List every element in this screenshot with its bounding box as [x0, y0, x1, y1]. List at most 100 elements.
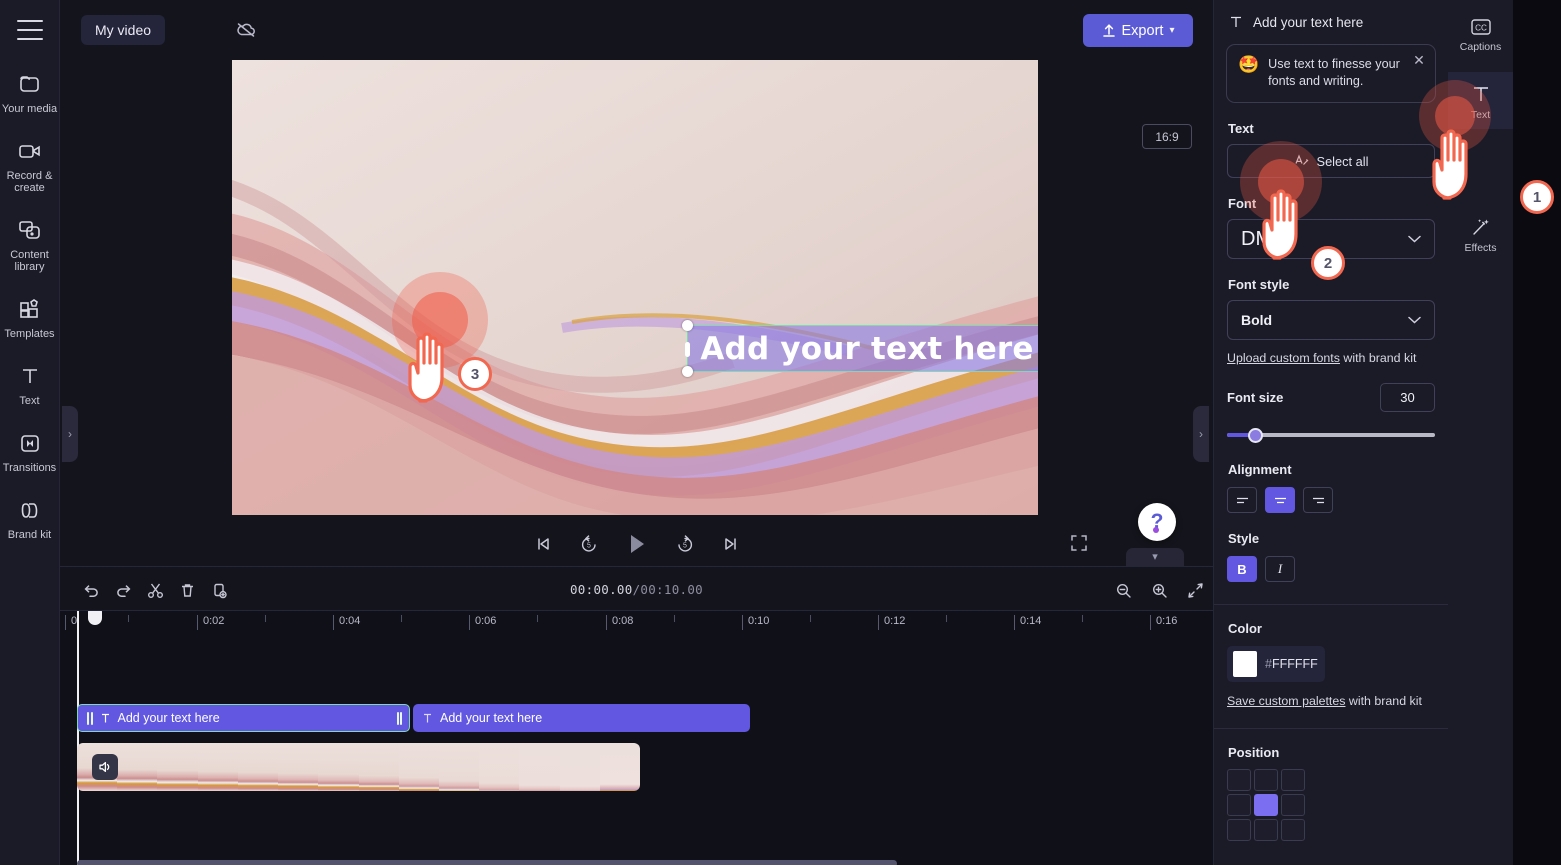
sidebar-item-transitions[interactable]: Transitions	[0, 421, 60, 478]
bold-button[interactable]: B	[1227, 556, 1257, 582]
video-thumbnail	[438, 743, 480, 791]
align-center-icon[interactable]	[1265, 487, 1295, 513]
timeline[interactable]: 0 0:02 0:04 0:06 0:08 0:10 0:12 0:14 0:1…	[60, 610, 1213, 865]
color-label: Color	[1228, 621, 1262, 636]
timeline-ruler[interactable]: 0 0:02 0:04 0:06 0:08 0:10 0:12 0:14 0:1…	[60, 611, 1213, 639]
color-swatch[interactable]	[1233, 651, 1257, 677]
text-t-icon	[424, 713, 431, 723]
help-notification-dot	[1153, 527, 1159, 533]
tutorial-hand-cursor-1	[1432, 129, 1468, 200]
export-button[interactable]: Export ▾	[1083, 14, 1193, 47]
font-style-dropdown[interactable]: Bold	[1227, 300, 1435, 340]
ruler-tick: 0:16	[1150, 615, 1177, 630]
hamburger-menu-icon[interactable]	[16, 20, 43, 40]
content-library-icon	[15, 216, 45, 244]
ruler-minor-tick	[810, 615, 811, 622]
timeline-clip-text-1[interactable]: Add your text here	[77, 704, 410, 732]
ruler-minor-tick	[1082, 615, 1083, 622]
sidebar-item-content-library[interactable]: Content library	[0, 208, 60, 277]
video-canvas[interactable]: Add your text here 3	[232, 60, 1038, 515]
upload-custom-fonts-link[interactable]: Upload custom fonts	[1227, 351, 1340, 365]
resize-handle-top-left[interactable]	[682, 320, 693, 331]
text-t-icon	[15, 362, 45, 390]
font-size-label: Font size	[1227, 390, 1284, 405]
position-cell-middle-left[interactable]	[1227, 794, 1251, 816]
position-cell-top-center[interactable]	[1254, 769, 1278, 791]
close-icon[interactable]: ✕	[1411, 53, 1427, 69]
tutorial-step-badge-1: 1	[1520, 180, 1554, 214]
rewind-5-icon[interactable]: 5	[576, 531, 602, 557]
sidebar-label: Record & create	[6, 170, 53, 194]
project-name-field[interactable]: My video	[81, 15, 166, 45]
canvas-text-box[interactable]: Add your text here	[682, 320, 1038, 377]
clip-trim-handle-right[interactable]	[396, 711, 402, 725]
sidebar-item-templates[interactable]: Templates	[0, 287, 60, 344]
skip-to-end-icon[interactable]	[718, 531, 744, 557]
slider-thumb[interactable]	[1247, 428, 1263, 443]
align-right-icon[interactable]	[1303, 487, 1333, 513]
cloud-offline-icon[interactable]	[228, 15, 264, 45]
ruler-minor-tick	[128, 615, 129, 622]
position-cell-top-right[interactable]	[1281, 769, 1305, 791]
save-palettes-suffix: with brand kit	[1345, 694, 1422, 708]
position-cell-bottom-right[interactable]	[1281, 819, 1305, 841]
canvas-text-value: Add your text here	[700, 330, 1034, 367]
timeline-horizontal-scrollbar[interactable]	[77, 860, 897, 865]
fit-to-screen-icon[interactable]	[1182, 577, 1208, 603]
tab-captions[interactable]: CC Captions	[1448, 6, 1513, 61]
save-custom-palettes-link[interactable]: Save custom palettes	[1227, 694, 1345, 708]
style-button-group: B I	[1227, 556, 1435, 582]
position-cell-bottom-left[interactable]	[1227, 819, 1251, 841]
zoom-in-icon[interactable]	[1146, 577, 1172, 603]
right-tab-rail: CC Captions Text Effects 1	[1419, 0, 1561, 865]
alignment-label: Alignment	[1228, 462, 1292, 477]
timeline-video-clip[interactable]	[77, 743, 640, 791]
video-thumbnail	[479, 743, 520, 791]
sidebar-item-brand-kit[interactable]: Brand kit	[0, 488, 60, 545]
resize-handle-left[interactable]	[685, 342, 690, 357]
timeline-clip-text-2[interactable]: Add your text here	[413, 704, 750, 732]
font-size-row: Font size 30	[1227, 383, 1435, 412]
tutorial-step-badge-2: 2	[1311, 246, 1345, 280]
playhead[interactable]	[77, 611, 102, 865]
volume-icon[interactable]	[92, 754, 118, 780]
collapse-right-panel-button[interactable]: ›	[1193, 406, 1209, 462]
play-button[interactable]	[622, 529, 652, 559]
font-size-input[interactable]: 30	[1380, 383, 1435, 412]
folder-icon	[15, 70, 45, 98]
aspect-ratio-badge[interactable]: 16:9	[1142, 124, 1192, 149]
help-button[interactable]: ?	[1138, 503, 1176, 541]
resize-handle-bottom-left[interactable]	[682, 366, 693, 377]
ruler-tick: 0:14	[1014, 615, 1041, 630]
position-cell-middle-center[interactable]	[1254, 794, 1278, 816]
clip-label: Add your text here	[440, 711, 543, 725]
sidebar-label: Transitions	[2, 462, 57, 474]
tab-effects[interactable]: Effects	[1448, 205, 1513, 262]
align-left-icon[interactable]	[1227, 487, 1257, 513]
sidebar-label: Brand kit	[7, 529, 52, 541]
color-picker[interactable]: #FFFFFF	[1227, 646, 1325, 682]
skip-to-start-icon[interactable]	[530, 531, 556, 557]
collapse-left-panel-button[interactable]: ›	[62, 406, 78, 462]
italic-button[interactable]: I	[1265, 556, 1295, 582]
video-thumbnail	[398, 743, 439, 791]
position-cell-top-left[interactable]	[1227, 769, 1251, 791]
forward-5-icon[interactable]: 5	[672, 531, 698, 557]
playhead-handle[interactable]	[88, 611, 102, 625]
sidebar-item-text[interactable]: Text	[0, 354, 60, 411]
hex-digits: FFFFFF	[1271, 657, 1318, 671]
video-thumbnail	[599, 743, 640, 791]
video-thumbnail	[117, 743, 158, 791]
sidebar-item-record-create[interactable]: Record & create	[0, 129, 60, 198]
clip-trim-handle-left[interactable]	[87, 711, 93, 725]
ruler-minor-tick	[537, 615, 538, 622]
ruler-minor-tick	[674, 615, 675, 622]
zoom-out-icon[interactable]	[1110, 577, 1136, 603]
position-cell-bottom-center[interactable]	[1254, 819, 1278, 841]
player-controls: 5 5	[60, 522, 1213, 565]
preview-stage: Add your text here 3 16:9 5 5	[60, 60, 1213, 565]
position-cell-middle-right[interactable]	[1281, 794, 1305, 816]
fullscreen-icon[interactable]	[1066, 530, 1092, 556]
sidebar-item-your-media[interactable]: Your media	[0, 62, 60, 119]
font-size-slider[interactable]	[1227, 426, 1435, 444]
